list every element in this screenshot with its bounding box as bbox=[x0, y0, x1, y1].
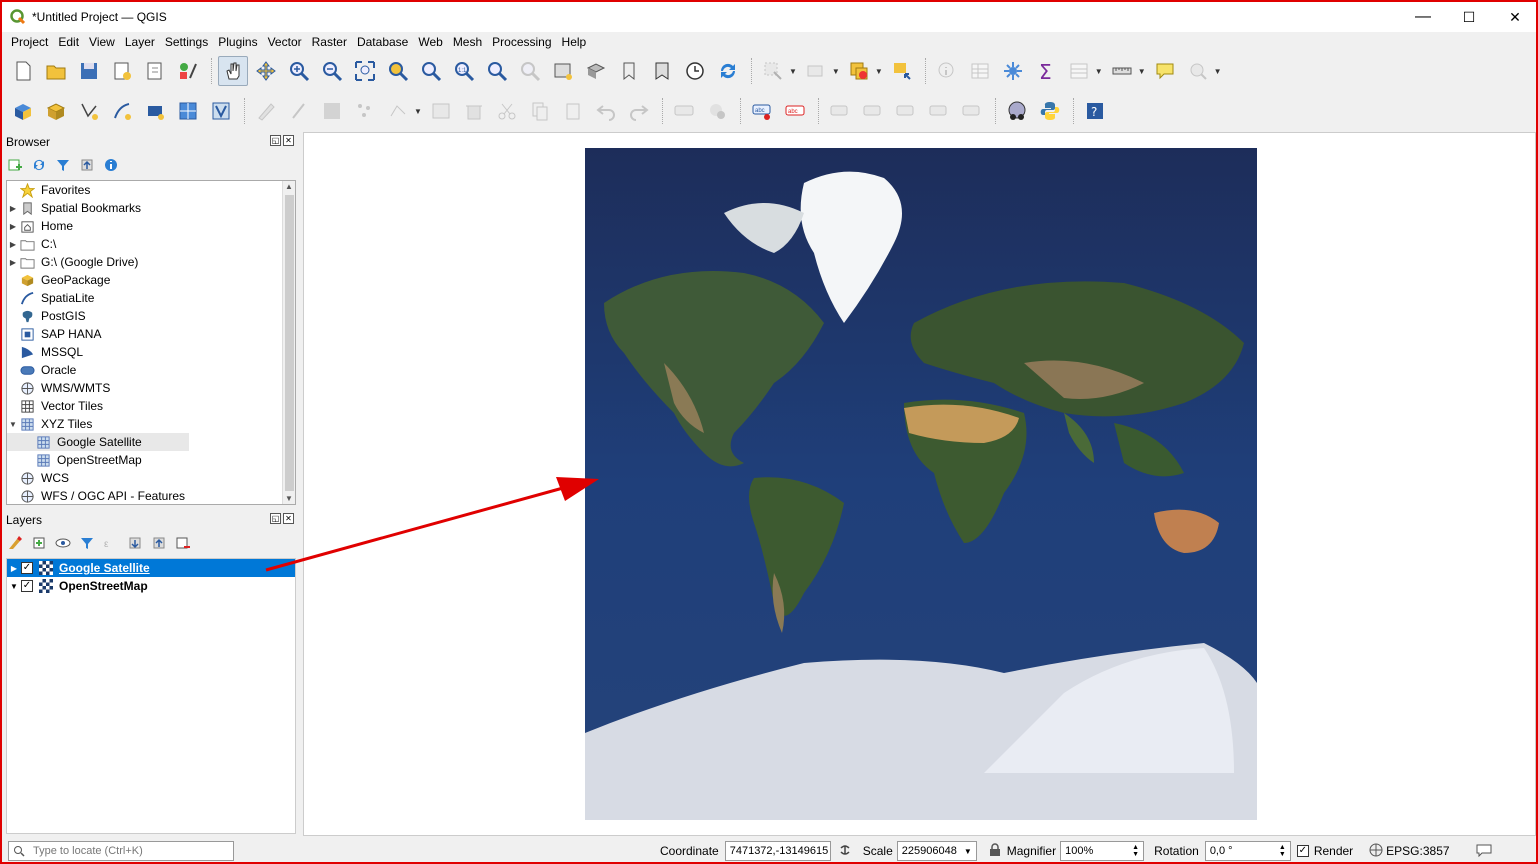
crs-label[interactable]: EPSG:3857 bbox=[1386, 844, 1449, 858]
qgis-window: *Untitled Project — QGIS — ☐ ✕ Project E… bbox=[0, 0, 1538, 864]
crs-globe-icon[interactable] bbox=[1369, 843, 1383, 860]
status-bar: Type to locate (Ctrl+K) Coordinate 74713… bbox=[2, 838, 1536, 862]
close-button[interactable]: ✕ bbox=[1492, 2, 1536, 32]
messages-icon[interactable] bbox=[1476, 843, 1492, 860]
minimize-button[interactable]: — bbox=[1400, 2, 1446, 32]
scale-label: Scale bbox=[862, 844, 893, 858]
coordinate-label: Coordinate bbox=[660, 844, 719, 858]
map-canvas[interactable] bbox=[265, 132, 1536, 836]
annotation-arrow bbox=[265, 477, 599, 572]
scale-combo[interactable]: 225906048 ▼ bbox=[896, 841, 977, 861]
rotation-spinbox[interactable]: 0,0 ° ▲ ▼ bbox=[1204, 841, 1291, 861]
spin-arrows-icon: ▲ ▼ bbox=[1278, 844, 1286, 858]
magnifier-spinbox[interactable]: 100% ▲ ▼ bbox=[1060, 841, 1145, 861]
maximize-button[interactable]: ☐ bbox=[1446, 2, 1492, 32]
lock-scale-icon[interactable] bbox=[989, 842, 1001, 860]
render-checkbox[interactable]: ✓ bbox=[1296, 845, 1309, 857]
chevron-down-icon: ▼ bbox=[963, 846, 972, 856]
locator-placeholder: Type to locate (Ctrl+K) bbox=[33, 845, 143, 857]
extents-toggle-icon[interactable] bbox=[837, 842, 855, 860]
render-label: Render bbox=[1313, 844, 1354, 858]
spin-arrows-icon: ▲ ▼ bbox=[1132, 844, 1140, 858]
rotation-label: Rotation bbox=[1154, 844, 1199, 858]
magnifier-label: Magnifier bbox=[1006, 844, 1057, 858]
coordinate-field[interactable]: 7471372,-13149615 bbox=[724, 841, 831, 861]
search-icon bbox=[14, 846, 25, 857]
locator-search-input[interactable]: Type to locate (Ctrl+K) bbox=[8, 841, 234, 861]
